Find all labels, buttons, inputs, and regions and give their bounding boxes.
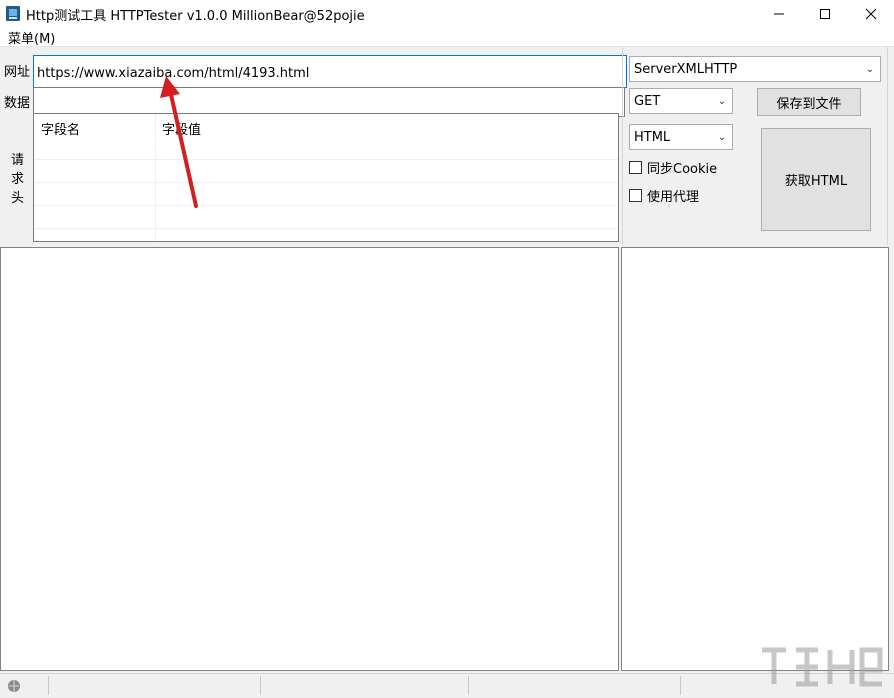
checkbox-box[interactable] [629, 189, 642, 202]
minimize-button[interactable] [756, 0, 802, 27]
side-text-area[interactable] [621, 247, 889, 671]
menu-bar: 菜单(M) [0, 27, 894, 47]
grid-row-divider [34, 205, 618, 206]
status-divider [48, 676, 49, 695]
engine-select-value: ServerXMLHTTP [634, 62, 737, 77]
headers-label-char-3: 头 [11, 187, 24, 206]
menu-main[interactable]: 菜单(M) [8, 28, 55, 47]
annotation-arrow-icon [150, 70, 210, 215]
request-headers-grid[interactable]: 字段名 字段值 [33, 113, 619, 242]
format-select[interactable]: HTML ⌄ [629, 124, 733, 150]
url-input[interactable] [33, 55, 627, 88]
maximize-button[interactable] [802, 0, 848, 27]
status-divider [468, 676, 469, 695]
headers-label-char-1: 请 [11, 149, 24, 168]
method-select-value: GET [634, 94, 660, 109]
watermark-logo-icon [756, 640, 886, 695]
grid-row-divider [34, 138, 618, 139]
engine-select[interactable]: ServerXMLHTTP ⌄ [629, 56, 881, 82]
window-title: Http测试工具 HTTPTester v1.0.0 MillionBear@5… [26, 5, 365, 24]
grid-row-divider [34, 159, 618, 160]
url-label: 网址 [4, 61, 30, 80]
close-icon [865, 8, 877, 20]
sync-cookie-checkbox[interactable]: 同步Cookie [629, 158, 717, 177]
options-panel: ServerXMLHTTP ⌄ GET ⌄ 保存到文件 HTML ⌄ 同步Coo… [622, 47, 888, 245]
status-divider [680, 676, 681, 695]
app-icon [6, 6, 20, 21]
use-proxy-label: 使用代理 [647, 186, 699, 205]
grid-row-divider [34, 182, 618, 183]
headers-label-char-2: 求 [11, 168, 24, 187]
minimize-icon [773, 8, 785, 20]
use-proxy-checkbox[interactable]: 使用代理 [629, 186, 699, 205]
sync-cookie-label: 同步Cookie [647, 158, 717, 177]
column-header-field-name[interactable]: 字段名 [41, 119, 80, 138]
chevron-down-icon: ⌄ [712, 132, 732, 143]
save-to-file-button[interactable]: 保存到文件 [757, 88, 861, 116]
status-globe-icon [6, 678, 22, 694]
format-select-value: HTML [634, 130, 670, 145]
fetch-html-button[interactable]: 获取HTML [761, 128, 871, 231]
data-label: 数据 [4, 92, 30, 111]
response-text-area[interactable] [0, 247, 619, 671]
maximize-icon [819, 8, 831, 20]
chevron-down-icon: ⌄ [712, 96, 732, 107]
title-bar: Http测试工具 HTTPTester v1.0.0 MillionBear@5… [0, 0, 894, 27]
chevron-down-icon: ⌄ [860, 64, 880, 75]
checkbox-box[interactable] [629, 161, 642, 174]
status-divider [260, 676, 261, 695]
method-select[interactable]: GET ⌄ [629, 88, 733, 114]
close-button[interactable] [848, 0, 894, 27]
grid-row-divider [34, 228, 618, 229]
